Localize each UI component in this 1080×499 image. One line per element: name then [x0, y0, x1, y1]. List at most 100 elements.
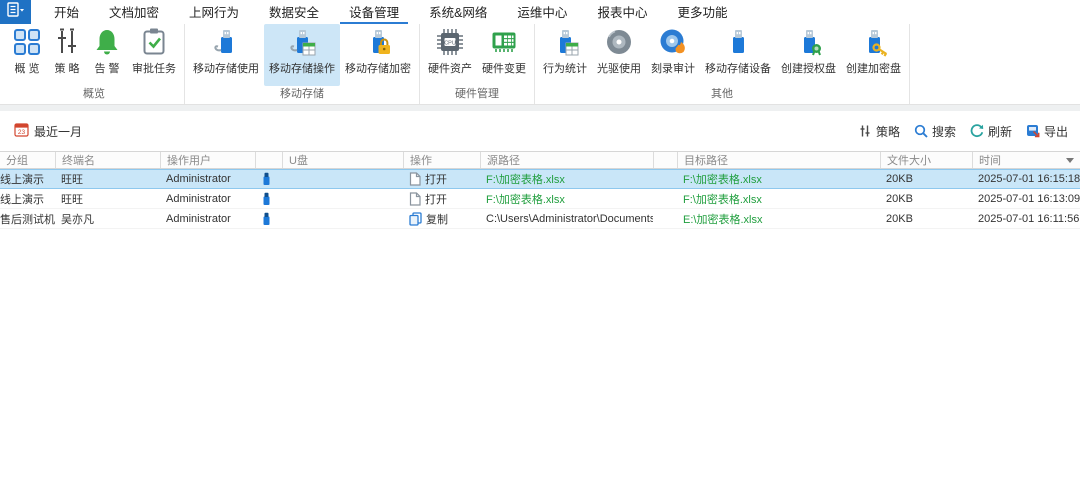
cell-group: 线上演示	[0, 191, 44, 207]
app-menu-button[interactable]	[0, 0, 31, 24]
svg-text:CPU: CPU	[444, 40, 456, 46]
table-row[interactable]: 线上演示 旺旺 Administrator 打开 F:\加密表格.xlsx F:\加密表格…	[0, 169, 1080, 189]
ribbon-group: 行为统计光驱使用刻录审计移动存储设备创建授权盘创建加密盘其他	[535, 24, 910, 104]
toolbar-button[interactable]: 搜索	[914, 123, 956, 140]
ribbon-item-label: 概 览	[14, 60, 39, 76]
usb-device-icon	[723, 27, 753, 57]
ribbon-item[interactable]: 光驱使用	[592, 24, 646, 86]
column-header[interactable]: 终端名	[55, 152, 160, 168]
cell-source-path: F:\加密表格.xlsx	[486, 171, 565, 187]
ribbon-group-label: 硬件管理	[423, 87, 531, 104]
copy-icon	[409, 212, 422, 226]
search-icon	[914, 124, 928, 138]
column-header[interactable]: U盘	[282, 152, 403, 168]
ribbon-item-label: 移动存储使用	[193, 60, 259, 76]
ribbon-item[interactable]: 刻录审计	[646, 24, 700, 86]
ribbon-item[interactable]: 移动存储设备	[700, 24, 776, 86]
ribbon-item[interactable]: 硬件变更	[477, 24, 531, 86]
column-header[interactable]: 文件大小	[880, 152, 972, 168]
usb-small-icon	[262, 192, 271, 206]
toolbar-button[interactable]: 导出	[1026, 123, 1068, 140]
cell-target-path: F:\加密表格.xlsx	[683, 171, 762, 187]
ribbon-item-label: 移动存储设备	[705, 60, 771, 76]
menu-tab[interactable]: 报表中心	[588, 0, 656, 24]
ribbon-item-label: 创建授权盘	[781, 60, 836, 76]
menu-tab[interactable]: 文档加密	[100, 0, 168, 24]
menu-tab[interactable]: 数据安全	[260, 0, 328, 24]
ribbon-item-label: 审批任务	[132, 60, 176, 76]
column-header[interactable]: 操作用户	[160, 152, 255, 168]
menu-tab[interactable]: 设备管理	[340, 0, 408, 24]
ribbon-item[interactable]: CPU 硬件资产	[423, 24, 477, 86]
cell-user: Administrator	[166, 173, 231, 185]
disc-icon	[604, 27, 634, 57]
table-row[interactable]: 线上演示旺旺Administrator打开F:\加密表格.xlsxF:\加密表格…	[0, 189, 1080, 209]
usb-table-icon	[287, 27, 317, 57]
cell-terminal: 吴亦凡	[61, 211, 94, 227]
ribbon-divider	[0, 104, 1080, 111]
table-row[interactable]: 售后测试机吴亦凡Administrator复制C:\Users\Administ…	[0, 209, 1080, 229]
usb-cable-icon	[211, 27, 241, 57]
app-menu-icon	[7, 2, 25, 23]
toolbar-button-label: 刷新	[988, 123, 1012, 140]
ribbon-item[interactable]: 创建授权盘	[776, 24, 841, 86]
cell-group: 线上演示	[0, 171, 44, 187]
cell-file-size: 20KB	[886, 193, 913, 205]
menu-bar: 开始文档加密上网行为数据安全设备管理系统&网络运维中心报表中心更多功能	[0, 0, 1080, 24]
date-range-filter[interactable]: 23 最近一月	[14, 122, 82, 140]
usb-stats-icon	[550, 27, 580, 57]
cell-terminal: 旺旺	[61, 171, 83, 187]
ribbon-item[interactable]: 策 略	[47, 24, 87, 86]
menu-tab[interactable]: 系统&网络	[420, 0, 496, 24]
column-header[interactable]: 操作	[403, 152, 480, 168]
ribbon-item-label: 创建加密盘	[846, 60, 901, 76]
alert-bell-icon	[92, 27, 122, 57]
cell-action: 复制	[426, 211, 448, 227]
hardware-board-icon	[489, 27, 519, 57]
ribbon-item-label: 移动存储加密	[345, 60, 411, 76]
file-open-icon	[409, 192, 421, 206]
refresh-icon	[970, 124, 984, 138]
ribbon-item-label: 告 警	[94, 60, 119, 76]
cpu-chip-icon: CPU	[435, 27, 465, 57]
date-range-label: 最近一月	[34, 123, 82, 140]
cell-source-path: F:\加密表格.xlsx	[486, 191, 565, 207]
menu-tab[interactable]: 开始	[45, 0, 88, 24]
toolbar-button[interactable]: 策略	[858, 123, 900, 140]
menu-tab[interactable]: 上网行为	[180, 0, 248, 24]
ribbon-item[interactable]: 行为统计	[538, 24, 592, 86]
menu-tab[interactable]: 更多功能	[668, 0, 736, 24]
ribbon-item-label: 刻录审计	[651, 60, 695, 76]
ribbon-item-label: 光驱使用	[597, 60, 641, 76]
ribbon-item[interactable]: 创建加密盘	[841, 24, 906, 86]
column-header[interactable]: 目标路径	[677, 152, 880, 168]
usb-badge-icon	[794, 27, 824, 57]
ribbon-item[interactable]: 移动存储使用	[188, 24, 264, 86]
usb-lock-icon	[363, 27, 393, 57]
disc-burn-icon	[658, 27, 688, 57]
ribbon-item[interactable]: 概 览	[7, 24, 47, 86]
ribbon-item[interactable]: 审批任务	[127, 24, 181, 86]
cell-source-path: C:\Users\Administrator\Documents\W...	[486, 213, 653, 225]
ribbon-item-label: 硬件资产	[428, 60, 472, 76]
approval-clipboard-icon	[139, 27, 169, 57]
ribbon-item[interactable]: 移动存储操作	[264, 24, 340, 86]
svg-text:23: 23	[18, 129, 26, 136]
calendar-icon: 23	[14, 122, 29, 140]
column-header[interactable]: 时间	[972, 152, 1080, 168]
column-header[interactable]: 源路径	[480, 152, 653, 168]
column-header[interactable]: 分组	[0, 152, 55, 168]
sort-caret-icon[interactable]	[1066, 158, 1074, 163]
column-header[interactable]	[255, 152, 282, 168]
toolbar-button-label: 搜索	[932, 123, 956, 140]
cell-action: 打开	[425, 171, 447, 187]
menu-tab[interactable]: 运维中心	[508, 0, 576, 24]
ribbon-item[interactable]: 移动存储加密	[340, 24, 416, 86]
ribbon-item-label: 策 略	[54, 60, 79, 76]
ribbon-item-label: 行为统计	[543, 60, 587, 76]
column-header[interactable]	[653, 152, 677, 168]
toolbar-button[interactable]: 刷新	[970, 123, 1012, 140]
ribbon-item[interactable]: 告 警	[87, 24, 127, 86]
export-icon	[1026, 124, 1040, 138]
cell-time: 2025-07-01 16:15:18	[978, 173, 1080, 185]
